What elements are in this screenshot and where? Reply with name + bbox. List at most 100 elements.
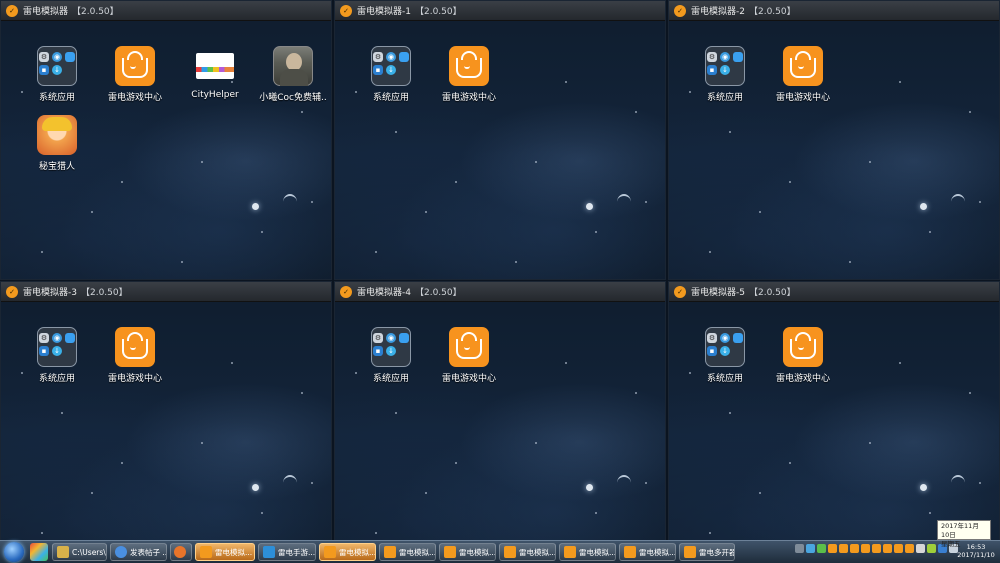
tray-ldplayer-icon[interactable] [894, 544, 903, 553]
app-icon-system[interactable]: ⚙ ◉ ▪ ↓ 系统应用 [688, 46, 762, 103]
planet-decoration [920, 203, 927, 210]
star-decoration [929, 231, 931, 233]
crescent-decoration [283, 194, 297, 210]
folder-icon [57, 546, 69, 558]
star-decoration [121, 462, 123, 464]
taskbar-items: C:\Users\... 发表帖子 ... 雷电模拟... 雷电手游... 雷电模拟..… [52, 543, 738, 561]
app-icon-label: 秘宝猎人 [38, 162, 75, 172]
tray-ldplayer-icon[interactable] [883, 544, 892, 553]
app-icon-system[interactable]: ⚙ ◉ ▪ ↓ 系统应用 [354, 46, 428, 103]
star-decoration [91, 492, 93, 494]
app-icon-system[interactable]: ⚙ ◉ ▪ ↓ 系统应用 [20, 46, 94, 103]
taskbar-button[interactable]: 发表帖子 ... [110, 543, 167, 561]
tray-ldplayer-icon[interactable] [872, 544, 881, 553]
ldplayer-logo-icon: ✓ [6, 285, 18, 298]
app-icon-system[interactable]: ⚙ ◉ ▪ ↓ 系统应用 [20, 327, 94, 384]
window-titlebar[interactable]: ✓ 雷电模拟器-2 【2.0.50】 [669, 1, 999, 21]
app-icon-label: 雷电游戏中心 [775, 93, 830, 103]
star-decoration [425, 492, 427, 494]
star-decoration [301, 111, 303, 113]
planet-decoration [586, 203, 593, 210]
star-decoration [645, 482, 647, 484]
taskbar-button[interactable]: 雷电模拟... [439, 543, 496, 561]
window-version: 【2.0.50】 [748, 288, 796, 298]
app-icon-cityhelper[interactable]: CityHelper [178, 46, 252, 100]
tray-ldplayer-icon[interactable] [850, 544, 859, 553]
app-icon-anime[interactable]: 秘宝猎人 [20, 115, 94, 172]
app-icon-label: 雷电游戏中心 [107, 374, 162, 384]
taskbar-button-label: 雷电多开器 [699, 547, 735, 557]
tray-icon[interactable] [916, 544, 925, 553]
system-apps-folder-icon: ⚙ ◉ ▪ ↓ [371, 327, 411, 367]
tray-icon[interactable] [806, 544, 815, 553]
tooltip-weekday: 星期五 [941, 540, 961, 548]
crescent-decoration [951, 194, 965, 210]
star-decoration [301, 392, 303, 394]
game-center-icon [115, 327, 155, 367]
tray-icon[interactable] [817, 544, 826, 553]
tray-ldplayer-icon[interactable] [905, 544, 914, 553]
app-icon-game-center[interactable]: 雷电游戏中心 [98, 46, 172, 103]
start-button[interactable] [4, 542, 24, 562]
ldplayer-icon [624, 546, 636, 558]
star-decoration [565, 81, 567, 83]
app-icon-label: CityHelper [191, 90, 239, 100]
app-icon-label: 雷电游戏中心 [441, 93, 496, 103]
window-titlebar[interactable]: ✓ 雷电模拟器-3 【2.0.50】 [1, 282, 331, 302]
app-icon-label: 系统应用 [372, 93, 409, 103]
ldplayer-icon [200, 546, 212, 558]
star-decoration [869, 442, 871, 444]
star-decoration [899, 362, 901, 364]
app-icon-game-center[interactable]: 雷电游戏中心 [98, 327, 172, 384]
star-decoration [231, 362, 233, 364]
app-icon-label: 系统应用 [38, 93, 75, 103]
multi-instance-icon [684, 546, 696, 558]
tray-ldplayer-icon[interactable] [828, 544, 837, 553]
emulator-grid: ✓ 雷电模拟器 【2.0.50】 ⚙ ◉ ▪ ↓ 系统应用 雷电游戏中心 CityHelper 小曦… [0, 0, 1000, 561]
ldplayer-logo-icon: ✓ [6, 4, 18, 17]
star-decoration [455, 462, 457, 464]
taskbar-button[interactable]: 雷电模拟... [559, 543, 616, 561]
tray-icon[interactable] [927, 544, 936, 553]
taskbar-button[interactable]: 雷电模拟... [195, 543, 255, 561]
system-apps-folder-icon: ⚙ ◉ ▪ ↓ [371, 46, 411, 86]
window-titlebar[interactable]: ✓ 雷电模拟器-5 【2.0.50】 [669, 282, 999, 302]
game-center-icon [449, 46, 489, 86]
tray-ldplayer-icon[interactable] [861, 544, 870, 553]
app-icon-system[interactable]: ⚙ ◉ ▪ ↓ 系统应用 [688, 327, 762, 384]
app-icon-portrait[interactable]: 小曦Coc免费辅.. [256, 46, 330, 103]
taskbar-button[interactable]: 雷电多开器 [679, 543, 735, 561]
app-icon-system[interactable]: ⚙ ◉ ▪ ↓ 系统应用 [354, 327, 428, 384]
android-desktop: ⚙ ◉ ▪ ↓ 系统应用 雷电游戏中心 [335, 302, 665, 560]
star-decoration [789, 462, 791, 464]
app-icon-label: 雷电游戏中心 [775, 374, 830, 384]
ldplayer-store-icon [263, 546, 275, 558]
system-apps-folder-icon: ⚙ ◉ ▪ ↓ [37, 327, 77, 367]
app-icon-game-center[interactable]: 雷电游戏中心 [766, 46, 840, 103]
taskbar-button[interactable]: 雷电手游... [258, 543, 316, 561]
firefox-icon [173, 546, 186, 558]
taskbar-button[interactable]: 雷电模拟... [379, 543, 436, 561]
star-decoration [969, 111, 971, 113]
window-titlebar[interactable]: ✓ 雷电模拟器-1 【2.0.50】 [335, 1, 665, 21]
tray-ldplayer-icon[interactable] [839, 544, 848, 553]
star-decoration [709, 251, 711, 253]
taskbar-button[interactable]: C:\Users\... [52, 543, 107, 561]
store-quicklaunch-icon[interactable] [30, 543, 48, 561]
app-icon-game-center[interactable]: 雷电游戏中心 [766, 327, 840, 384]
taskbar-button-label: 雷电模拟... [459, 547, 496, 557]
star-decoration [929, 512, 931, 514]
emulator-window: ✓ 雷电模拟器-4 【2.0.50】 ⚙ ◉ ▪ ↓ 系统应用 雷电游戏中心 [334, 281, 666, 561]
window-titlebar[interactable]: ✓ 雷电模拟器-4 【2.0.50】 [335, 282, 665, 302]
android-desktop: ⚙ ◉ ▪ ↓ 系统应用 雷电游戏中心 [1, 302, 331, 560]
tray-icon[interactable] [795, 544, 804, 553]
star-decoration [899, 81, 901, 83]
taskbar-button[interactable]: 雷电模拟... [319, 543, 376, 561]
app-icon-game-center[interactable]: 雷电游戏中心 [432, 46, 506, 103]
taskbar-button[interactable] [170, 543, 192, 561]
window-titlebar[interactable]: ✓ 雷电模拟器 【2.0.50】 [1, 1, 331, 21]
star-decoration [311, 201, 313, 203]
taskbar-button[interactable]: 雷电模拟... [499, 543, 556, 561]
app-icon-game-center[interactable]: 雷电游戏中心 [432, 327, 506, 384]
taskbar-button[interactable]: 雷电模拟... [619, 543, 676, 561]
